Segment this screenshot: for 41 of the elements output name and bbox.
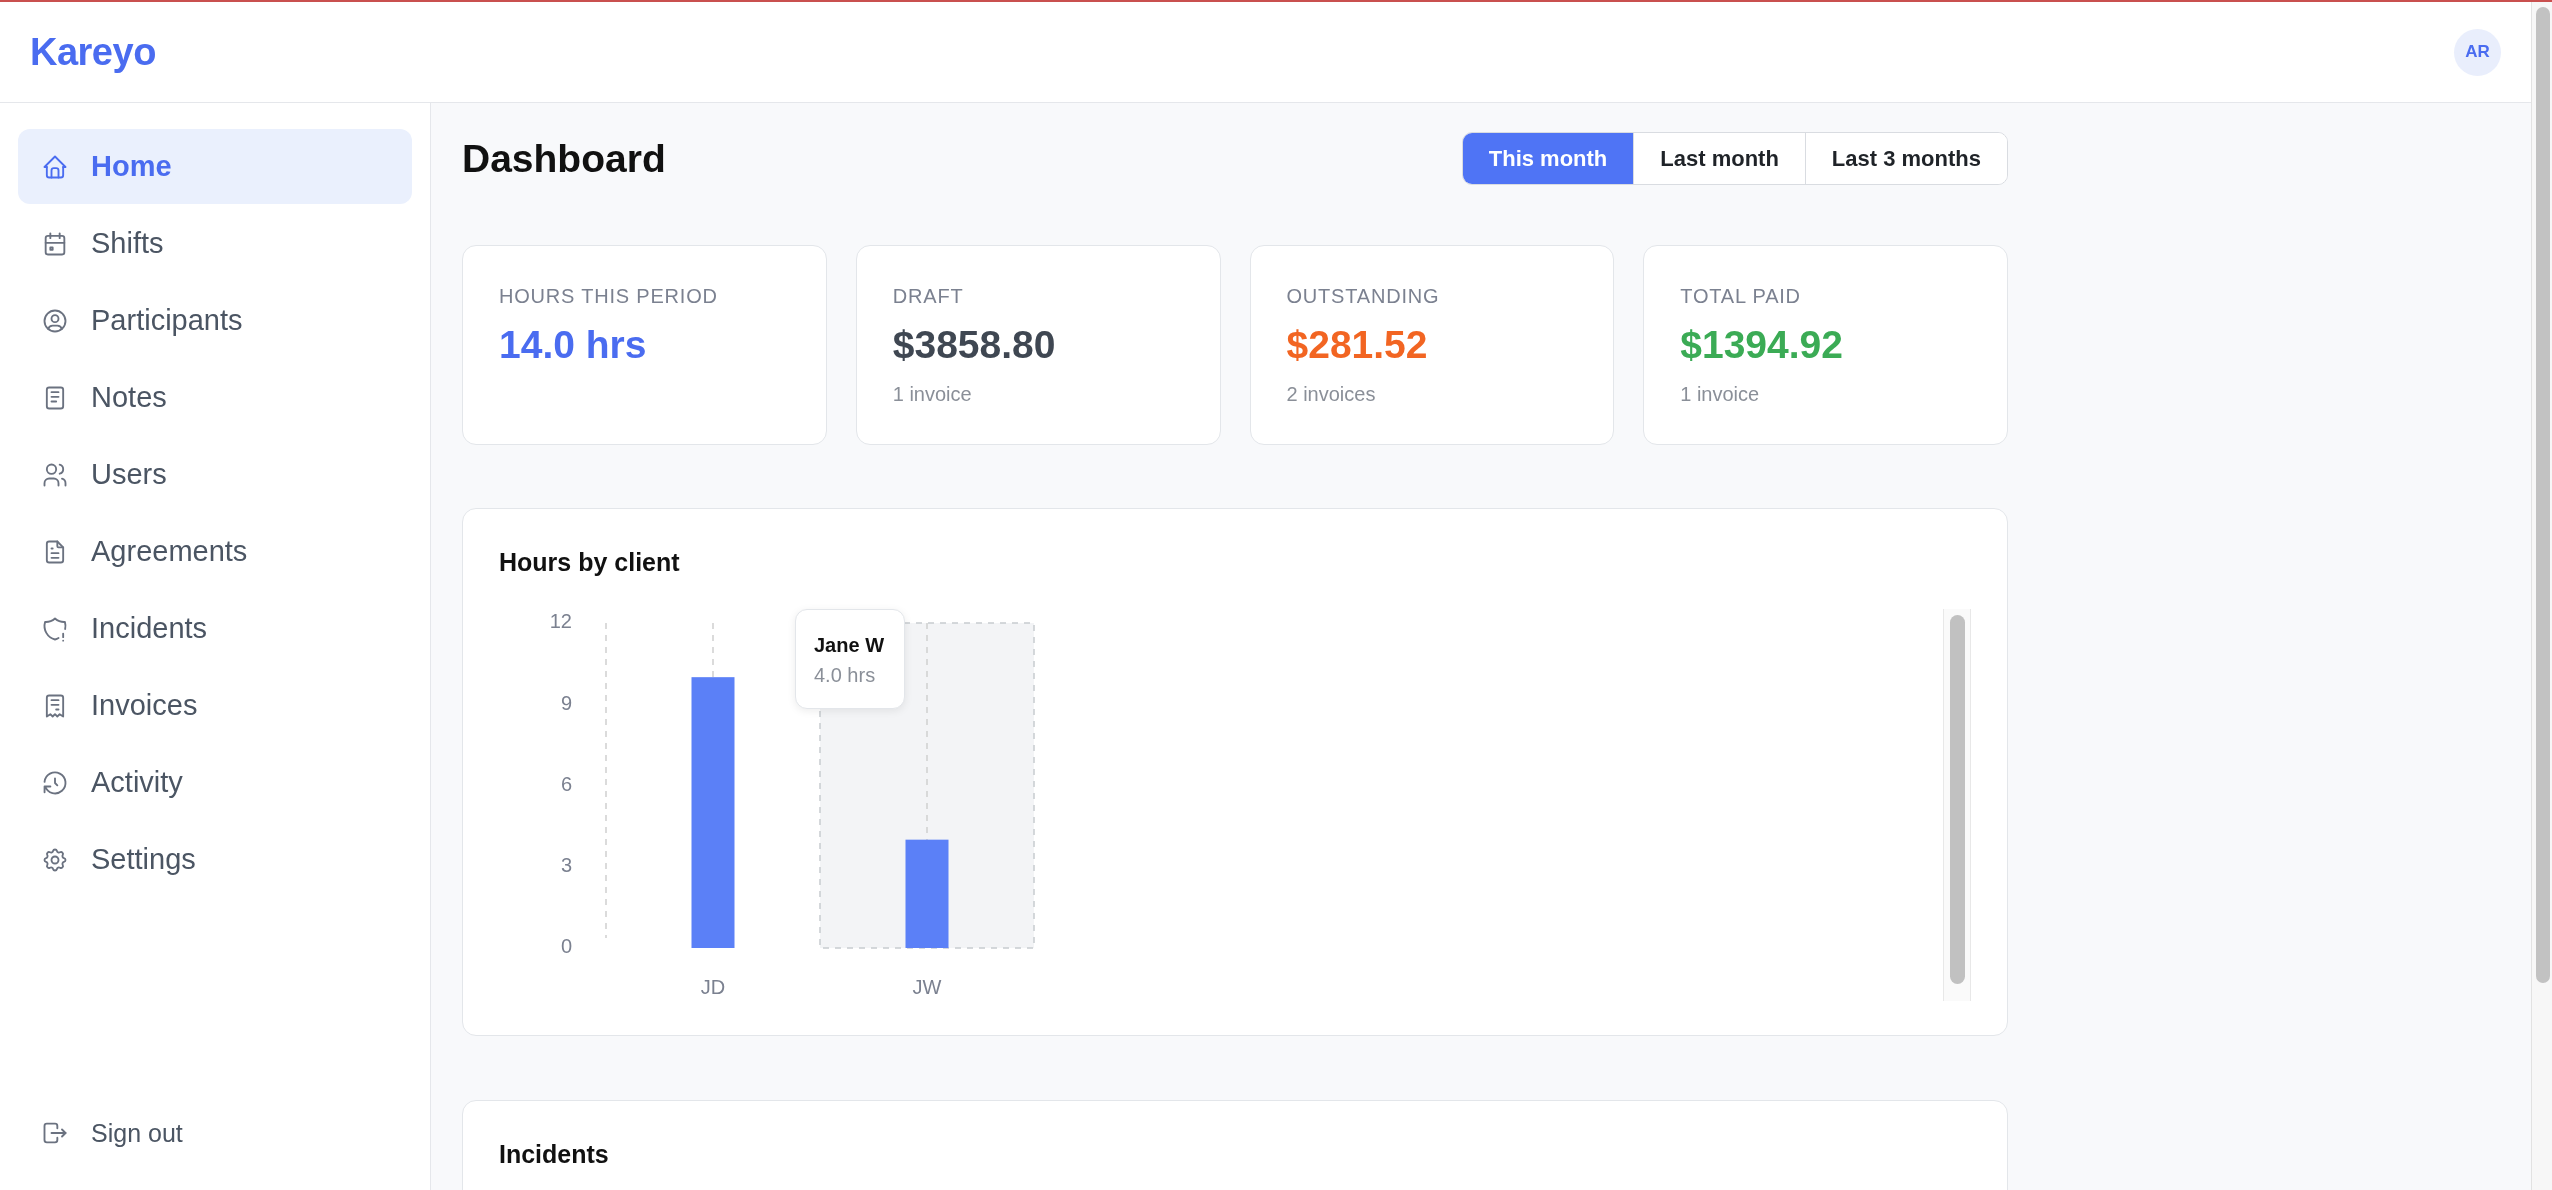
y-axis-label: 12 (549, 610, 572, 633)
period-tab[interactable]: Last 3 months (1804, 133, 2007, 184)
tooltip-value: 4.0 hrs (814, 663, 877, 688)
brand-logo: Kareyo (30, 30, 156, 74)
y-axis-label: 6 (560, 772, 572, 795)
x-axis-label: JD (700, 976, 726, 999)
nav-item[interactable]: Participants (18, 283, 412, 358)
x-axis-label: JW (912, 976, 942, 999)
stat-value: 14.0 hrs (499, 322, 647, 368)
y-axis-label: 9 (560, 691, 572, 714)
scrollbar-thumb[interactable] (2536, 7, 2550, 983)
period-tab[interactable]: This month (1462, 133, 1634, 184)
tooltip-title: Jane W (814, 633, 885, 658)
nav-item[interactable]: Invoices (18, 668, 412, 743)
nav-item[interactable]: Activity (18, 745, 412, 820)
nav-item[interactable]: Agreements (18, 514, 412, 589)
sign-out-button[interactable]: Sign out (18, 1108, 412, 1158)
y-axis-label: 0 (560, 935, 572, 958)
page-title: Dashboard (462, 136, 666, 181)
history-icon (41, 768, 69, 797)
nav-item[interactable]: Settings (18, 822, 412, 897)
card-title: Incidents (499, 1139, 609, 1169)
stat-label: DRAFT (892, 284, 964, 308)
stat-note: 1 invoice (1680, 382, 1760, 406)
stat-label: HOURS THIS PERIOD (499, 284, 718, 308)
stat-value: $281.52 (1286, 322, 1428, 368)
user-avatar[interactable]: AR (2454, 28, 2501, 76)
stat-note: 1 invoice (892, 382, 972, 406)
stat-value: $1394.92 (1680, 322, 1843, 368)
stat-label: TOTAL PAID (1680, 284, 1801, 308)
chart-title: Hours by client (499, 547, 680, 577)
nav-item[interactable]: Users (18, 437, 412, 512)
y-axis-label: 3 (560, 854, 572, 877)
stat-value: $3858.80 (892, 322, 1056, 368)
nav-item[interactable]: Notes (18, 360, 412, 435)
stat-note: 2 invoices (1286, 382, 1376, 406)
stat-label: OUTSTANDING (1286, 284, 1440, 308)
nav-item[interactable]: Incidents (18, 591, 412, 666)
nav-item[interactable]: Shifts (18, 206, 412, 281)
nav-item[interactable]: Home (18, 129, 412, 204)
scrollbar-thumb[interactable] (1950, 615, 1965, 984)
